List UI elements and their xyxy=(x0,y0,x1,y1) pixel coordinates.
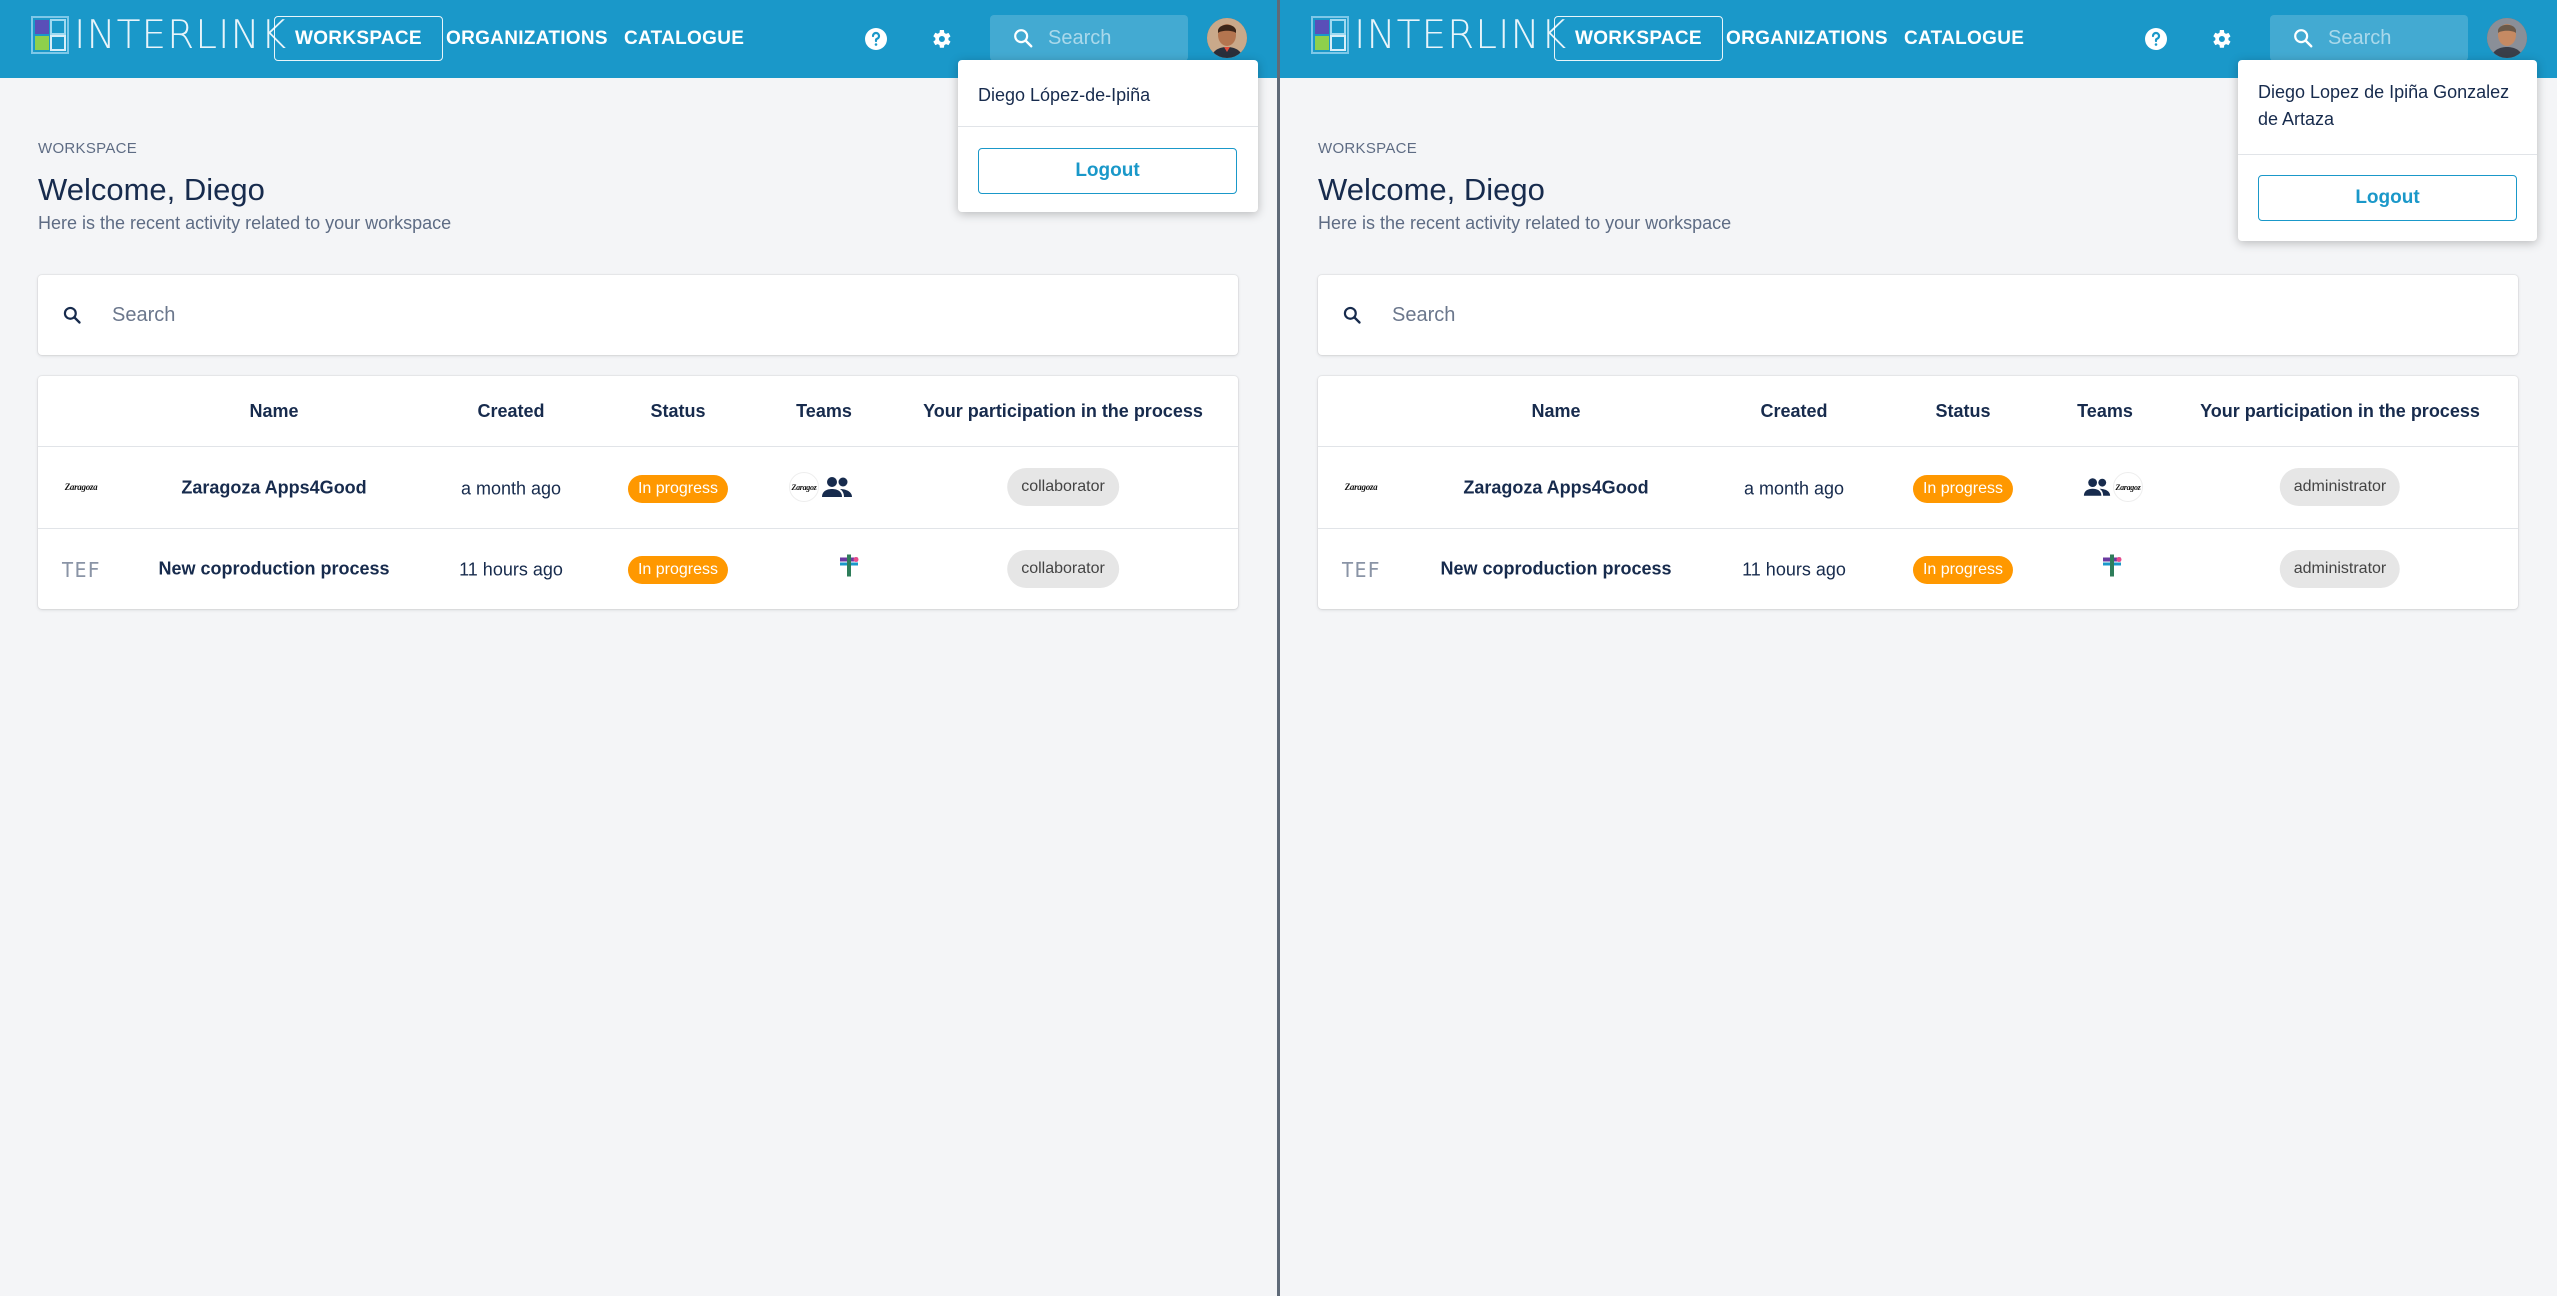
participation-chip: administrator xyxy=(2279,468,2401,506)
status-badge: In progress xyxy=(627,475,729,503)
status-badge: In progress xyxy=(1912,556,2014,584)
process-name[interactable]: New coproduction process xyxy=(1440,559,1671,580)
logout-button[interactable]: Logout xyxy=(2258,175,2517,221)
nav-organizations-link[interactable]: ORGANIZATIONS xyxy=(446,28,608,50)
process-search-input[interactable] xyxy=(112,303,1112,327)
header-divider xyxy=(38,446,1238,447)
process-logo: TEF xyxy=(61,558,101,582)
page-title: Welcome, Diego xyxy=(38,172,265,207)
process-created: 11 hours ago xyxy=(459,559,563,580)
page-subtitle: Here is the recent activity related to y… xyxy=(38,213,452,233)
interlink-logo-icon xyxy=(1311,16,1349,54)
nav-organizations-link[interactable]: ORGANIZATIONS xyxy=(1726,28,1888,50)
process-name[interactable]: Zaragoza Apps4Good xyxy=(181,478,366,499)
column-header-participation[interactable]: Your participation in the process xyxy=(2200,401,2480,422)
logo-text: INTERLINK xyxy=(74,12,288,58)
column-header-name[interactable]: Name xyxy=(249,401,298,422)
logo-text: INTERLINK xyxy=(1354,12,1568,58)
breadcrumb: WORKSPACE xyxy=(1318,140,1418,157)
user-menu-name-line1: Diego Lopez de Ipiña Gonzalez xyxy=(2258,82,2510,102)
interlink-logo[interactable]: INTERLINK xyxy=(30,12,288,58)
workspace-pane-left: INTERLINK WORKSPACE ORGANIZATIONS CATALO… xyxy=(0,0,1277,1296)
help-icon[interactable] xyxy=(862,25,890,53)
search-icon xyxy=(2294,29,2313,48)
participation-chip: administrator xyxy=(2279,550,2401,588)
nav-workspace-button[interactable]: WORKSPACE xyxy=(1554,16,1723,61)
process-search-box[interactable] xyxy=(1318,275,2518,355)
top-search-input[interactable] xyxy=(1048,26,1188,50)
group-icon xyxy=(2083,478,2111,496)
workspace-pane-right: INTERLINK WORKSPACE ORGANIZATIONS CATALO… xyxy=(1280,0,2557,1296)
top-search-box[interactable] xyxy=(2270,15,2468,61)
participation-chip: collaborator xyxy=(1007,468,1119,506)
process-logo: Zaragoza xyxy=(64,482,98,492)
gear-icon[interactable] xyxy=(927,25,955,53)
process-table: Name Created Status Teams Your participa… xyxy=(1318,376,2518,609)
team-logo: Zaragoz xyxy=(2113,472,2143,502)
process-name[interactable]: Zaragoza Apps4Good xyxy=(1463,478,1648,499)
column-header-teams[interactable]: Teams xyxy=(796,401,852,422)
column-header-teams[interactable]: Teams xyxy=(2077,401,2133,422)
nav-catalogue-link[interactable]: CATALOGUE xyxy=(1904,28,2024,50)
search-icon xyxy=(1343,306,1361,324)
column-header-participation[interactable]: Your participation in the process xyxy=(923,401,1203,422)
user-menu-dropdown: Diego Lopez de Ipiña Gonzalez de Artaza … xyxy=(2238,60,2537,241)
process-name[interactable]: New coproduction process xyxy=(158,559,389,580)
process-logo: TEF xyxy=(1341,558,1381,582)
nav-catalogue-link[interactable]: CATALOGUE xyxy=(624,28,744,50)
search-icon xyxy=(1014,29,1033,48)
header-divider xyxy=(1318,446,2518,447)
team-avatars: Zaragoz xyxy=(789,472,853,502)
status-badge: In progress xyxy=(1912,475,2014,503)
group-icon xyxy=(822,477,852,497)
search-icon xyxy=(63,306,81,324)
process-created: a month ago xyxy=(460,478,562,499)
top-search-box[interactable] xyxy=(990,15,1188,61)
column-header-created[interactable]: Created xyxy=(1760,401,1827,422)
breadcrumb: WORKSPACE xyxy=(38,140,138,157)
logout-button[interactable]: Logout xyxy=(978,148,1237,194)
page-title: Welcome, Diego xyxy=(1318,172,1545,207)
participation-chip: collaborator xyxy=(1007,550,1119,588)
process-search-input[interactable] xyxy=(1392,303,2392,327)
row-divider xyxy=(38,528,1238,529)
user-menu-divider xyxy=(2238,154,2537,155)
row-divider xyxy=(1318,528,2518,529)
user-menu-name: Diego Lopez de Ipiña Gonzalez de Artaza xyxy=(2258,79,2509,133)
team-logo: Zaragoz xyxy=(789,472,819,502)
column-header-name[interactable]: Name xyxy=(1531,401,1580,422)
process-table: Name Created Status Teams Your participa… xyxy=(38,376,1238,609)
gear-icon[interactable] xyxy=(2207,25,2235,53)
help-icon[interactable] xyxy=(2142,25,2170,53)
interlink-logo[interactable]: INTERLINK xyxy=(1310,12,1568,58)
process-search-box[interactable] xyxy=(38,275,1238,355)
column-header-created[interactable]: Created xyxy=(477,401,544,422)
column-header-status[interactable]: Status xyxy=(650,401,705,422)
nav-workspace-button[interactable]: WORKSPACE xyxy=(274,16,443,61)
process-logo: Zaragoza xyxy=(1344,482,1378,492)
avatar[interactable] xyxy=(2487,18,2527,58)
user-menu-divider xyxy=(958,126,1258,127)
interlink-logo-icon xyxy=(31,16,69,54)
top-search-input[interactable] xyxy=(2328,26,2468,50)
user-menu-dropdown: Diego López-de-Ipiña Logout xyxy=(958,60,1258,212)
process-created: 11 hours ago xyxy=(1742,559,1846,580)
user-menu-name: Diego López-de-Ipiña xyxy=(978,85,1151,105)
process-created: a month ago xyxy=(1743,478,1845,499)
status-badge: In progress xyxy=(627,556,729,584)
team-logo xyxy=(2095,549,2129,586)
avatar[interactable] xyxy=(1207,18,1247,58)
team-logo xyxy=(832,549,866,586)
column-header-status[interactable]: Status xyxy=(1935,401,1990,422)
page-subtitle: Here is the recent activity related to y… xyxy=(1318,213,1732,233)
user-menu-name-line2: de Artaza xyxy=(2258,109,2335,129)
team-avatars: Zaragoz xyxy=(2083,472,2143,502)
